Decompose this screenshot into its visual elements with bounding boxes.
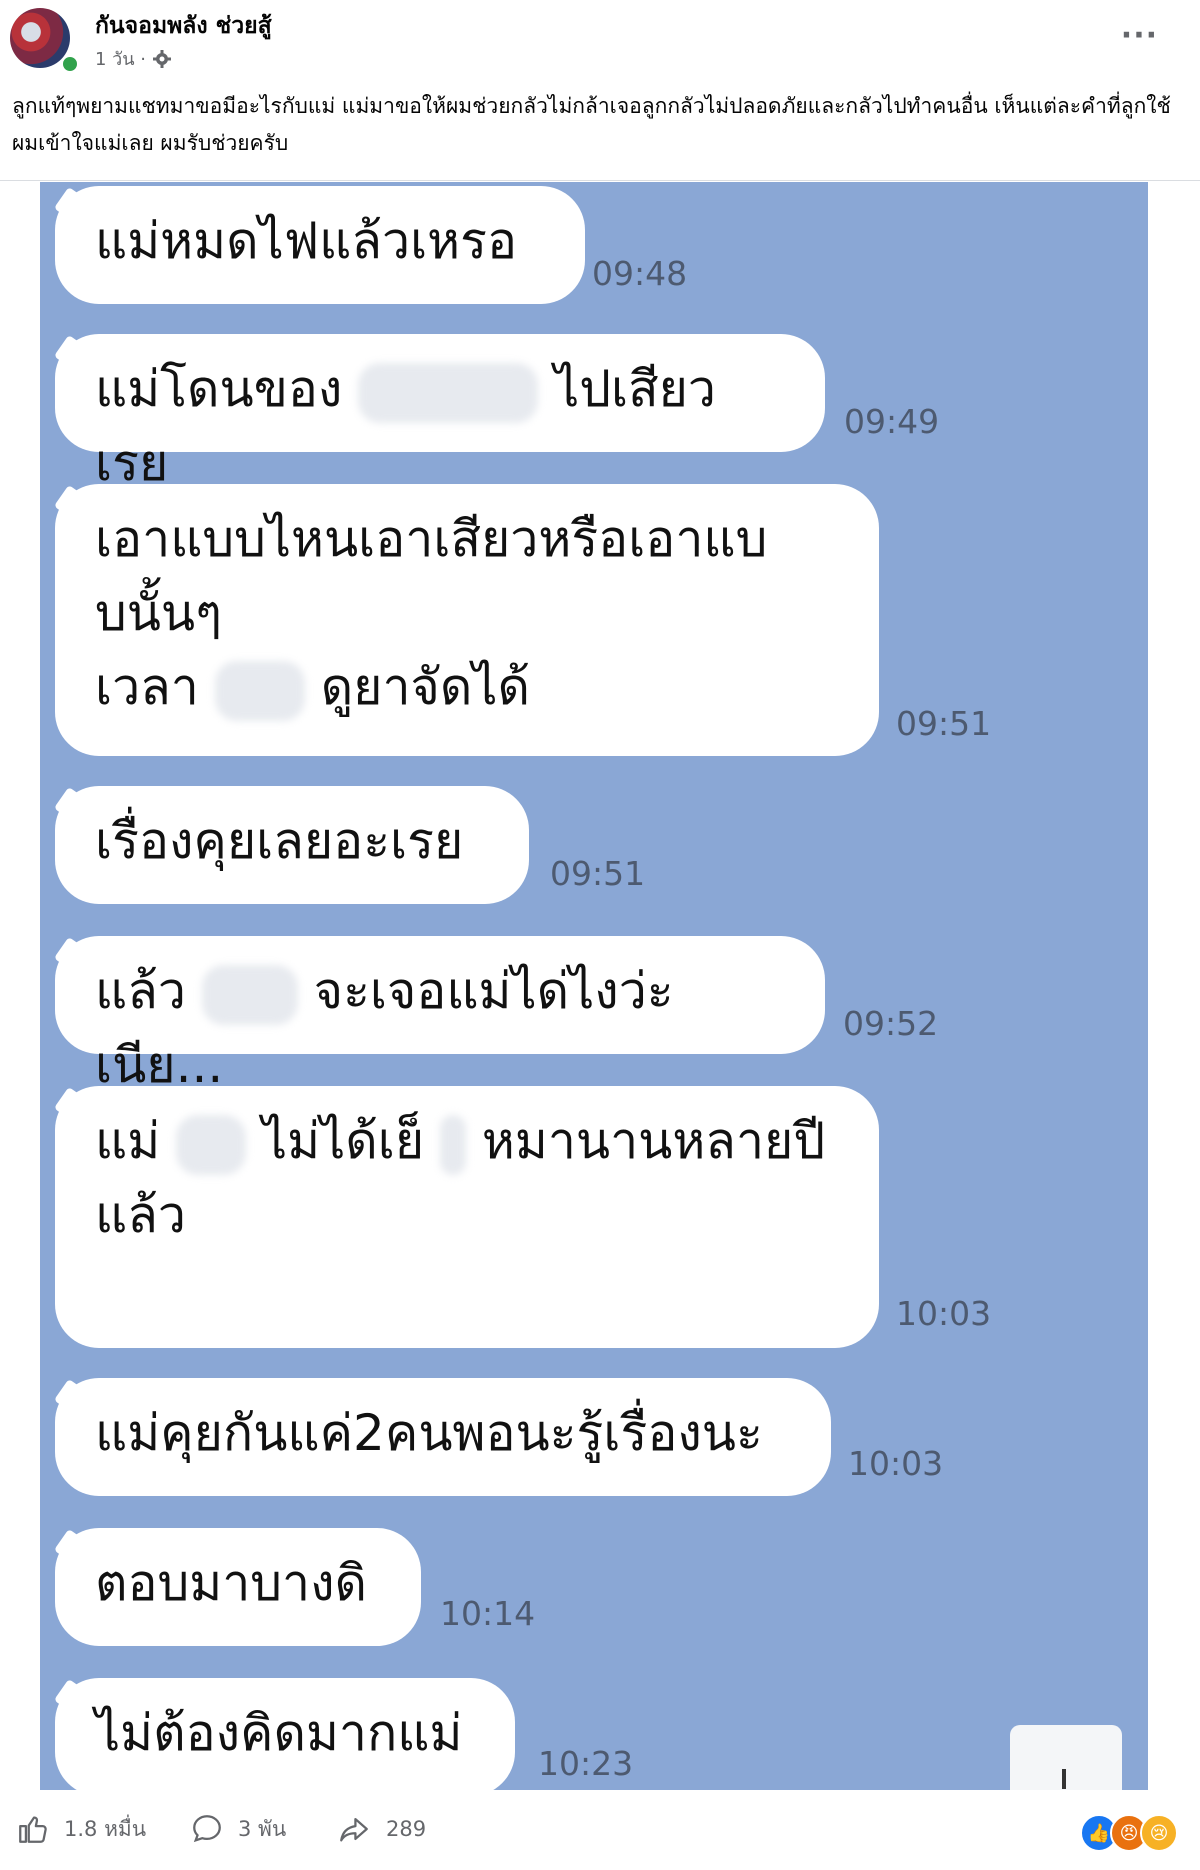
post-header: กันจอมพลัง ช่วยสู้ 1 วัน · ··· xyxy=(0,0,1200,78)
message-text: ไม่ต้องคิดมากแม่ xyxy=(95,1704,463,1762)
chat-bubble: แม่คุยกันแค่2คนพอนะรู้เรื่องนะ xyxy=(55,1378,831,1496)
message-time: 09:51 xyxy=(550,854,646,893)
like-button[interactable]: 1.8 หมื่น xyxy=(16,1812,146,1846)
online-status-dot xyxy=(61,55,79,73)
message-text: แม่หมดไฟแล้วเหรอ xyxy=(95,212,517,270)
message-time: 10:23 xyxy=(538,1744,634,1783)
privacy-gear-icon xyxy=(153,49,172,68)
chat-bubble: ไม่ต้องคิดมากแม่ xyxy=(55,1678,515,1790)
message-time: 10:14 xyxy=(440,1594,536,1633)
message-text: เอาแบบไหนเอาเสียวหรือเอาแบ บนั้นๆ xyxy=(95,510,768,642)
comment-button[interactable]: 3 พัน xyxy=(190,1812,286,1846)
chat-bubble: ตอบมาบางดิ xyxy=(55,1528,421,1646)
chat-bubble: เรื่องคุยเลยอะเรย xyxy=(55,786,529,904)
comment-count: 3 พัน xyxy=(238,1816,287,1841)
message-time: 09:51 xyxy=(896,704,992,743)
censored-blur xyxy=(176,1114,247,1175)
message-text: เรื่องคุยเลยอะเรย xyxy=(95,812,464,870)
share-button[interactable]: 289 xyxy=(336,1812,426,1846)
post-meta: 1 วัน · xyxy=(95,44,172,73)
thumbs-up-icon xyxy=(19,1816,47,1843)
message-text: ตอบมาบางดิ xyxy=(95,1554,367,1612)
message-text: แม่คุยกันแค่2คนพอนะรู้เรื่องนะ xyxy=(95,1404,763,1462)
chat-bubble: แม่หมดไฟแล้วเหรอ xyxy=(55,186,585,304)
message-time: 10:03 xyxy=(848,1444,944,1483)
chat-bubble: แล้ว จะเจอแม่ได่ไงว่ะเนีย... xyxy=(55,936,825,1094)
comment-icon xyxy=(193,1815,221,1843)
post-caption: ลูกแท้ๆพยามแชทมาขอมีอะไรกับแม่ แม่มาขอให… xyxy=(12,94,1171,155)
post-time[interactable]: 1 วัน · xyxy=(95,44,146,73)
share-count: 289 xyxy=(386,1817,427,1841)
censored-blur xyxy=(358,362,539,423)
message-text: หมานานหลายปี xyxy=(481,1112,826,1170)
chat-bubble: แม่ ไม่ได้เย็ หมานานหลายปี แล้ว xyxy=(55,1086,879,1348)
like-count: 1.8 หมื่น xyxy=(64,1816,147,1841)
message-time: 10:03 xyxy=(896,1294,992,1333)
more-options-icon[interactable]: ··· xyxy=(1121,18,1158,53)
censored-blur xyxy=(201,964,298,1025)
message-text: แม่ xyxy=(95,1112,161,1170)
share-icon xyxy=(340,1817,368,1842)
page-name[interactable]: กันจอมพลัง ช่วยสู้ xyxy=(95,8,272,44)
message-text: เวลา xyxy=(95,658,199,716)
post-footer: 1.8 หมื่น 3 พัน 289 👍 😠 😢 xyxy=(0,1790,1200,1870)
chat-bubble: เอาแบบไหนเอาเสียวหรือเอาแบ บนั้นๆ เวลา ด… xyxy=(55,484,879,756)
message-time: 09:49 xyxy=(844,402,940,441)
message-time: 09:48 xyxy=(592,254,688,293)
sad-reaction-icon: 😢 xyxy=(1140,1814,1178,1852)
divider xyxy=(0,180,1200,181)
message-text: แล้ว xyxy=(95,1186,186,1244)
reaction-summary[interactable]: 👍 😠 😢 xyxy=(1080,1814,1178,1852)
message-text: ดูยาจัดได้ xyxy=(320,658,530,716)
message-text: แม่โดนของ xyxy=(95,360,343,418)
arrow-icon xyxy=(1062,1769,1066,1789)
censored-blur xyxy=(214,660,305,721)
chat-screenshot-image[interactable]: แม่หมดไฟแล้วเหรอ 09:48 แม่โดนของ ไปเสียว… xyxy=(40,182,1148,1790)
censored-blur xyxy=(440,1114,467,1175)
message-time: 09:52 xyxy=(843,1004,939,1043)
chat-bubble: แม่โดนของ ไปเสียวเรย xyxy=(55,334,825,492)
message-text: ไม่ได้เย็ xyxy=(262,1112,425,1170)
message-text: แล้ว xyxy=(95,962,186,1020)
